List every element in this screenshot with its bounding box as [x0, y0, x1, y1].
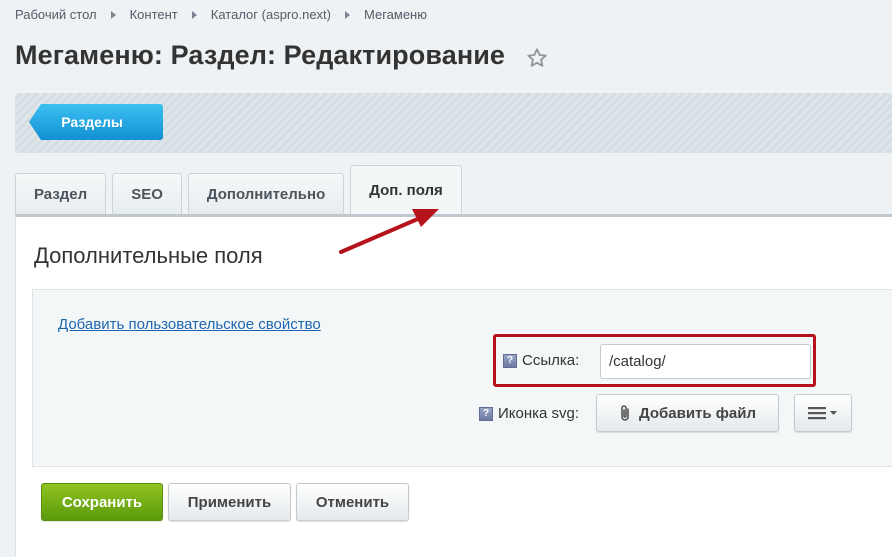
breadcrumb-separator-icon	[110, 10, 116, 19]
breadcrumb-item-desktop[interactable]: Рабочий стол	[15, 7, 97, 22]
breadcrumb: Рабочий стол Контент Каталог (aspro.next…	[15, 7, 427, 22]
toolbar: Разделы	[15, 93, 892, 153]
help-icon[interactable]: ?	[479, 406, 493, 421]
breadcrumb-separator-icon	[345, 10, 350, 19]
star-icon[interactable]	[526, 47, 548, 69]
apply-button[interactable]: Применить	[168, 483, 291, 521]
form-buttons: Сохранить Применить Отменить	[41, 483, 414, 521]
save-button[interactable]: Сохранить	[41, 483, 163, 521]
breadcrumb-item-megamenu[interactable]: Мегаменю	[364, 7, 427, 22]
tab-section[interactable]: Раздел	[15, 173, 107, 215]
tab-seo[interactable]: SEO	[112, 173, 182, 215]
breadcrumb-item-catalog[interactable]: Каталог (aspro.next)	[211, 7, 331, 22]
sections-button-label: Разделы	[61, 114, 123, 130]
paperclip-icon	[621, 405, 629, 421]
tab-bar: Раздел SEO Дополнительно Доп. поля	[15, 165, 468, 215]
breadcrumb-separator-icon	[191, 10, 197, 19]
tab-label: Доп. поля	[369, 182, 443, 199]
edit-panel: Дополнительные поля Добавить пользовател…	[15, 214, 892, 557]
tab-extra-fields[interactable]: Доп. поля	[350, 165, 462, 215]
highlight-box	[493, 334, 816, 387]
section-title: Дополнительные поля	[34, 243, 263, 268]
add-file-button-label: Добавить файл	[638, 404, 757, 422]
add-file-button[interactable]: Добавить файл	[596, 394, 779, 432]
breadcrumb-item-content[interactable]: Контент	[130, 7, 178, 22]
tab-label: Дополнительно	[206, 186, 326, 203]
title-row: Мегаменю: Раздел: Редактирование	[15, 40, 548, 71]
sections-button[interactable]: Разделы	[29, 104, 163, 140]
icon-svg-field-label: Иконка svg:	[498, 405, 580, 422]
add-property-link[interactable]: Добавить пользовательское свойство	[58, 316, 321, 333]
file-options-menu-button[interactable]	[794, 394, 852, 432]
tab-label: Раздел	[34, 186, 88, 203]
fields-area: Добавить пользовательское свойство ? Ссы…	[32, 289, 892, 467]
tab-additional[interactable]: Дополнительно	[187, 173, 345, 215]
menu-chevron-down-icon	[808, 407, 837, 420]
tab-label: SEO	[131, 186, 163, 203]
page-title: Мегаменю: Раздел: Редактирование	[15, 40, 506, 70]
cancel-button[interactable]: Отменить	[296, 483, 409, 521]
icon-svg-field-row: ? Иконка svg:	[479, 405, 579, 422]
